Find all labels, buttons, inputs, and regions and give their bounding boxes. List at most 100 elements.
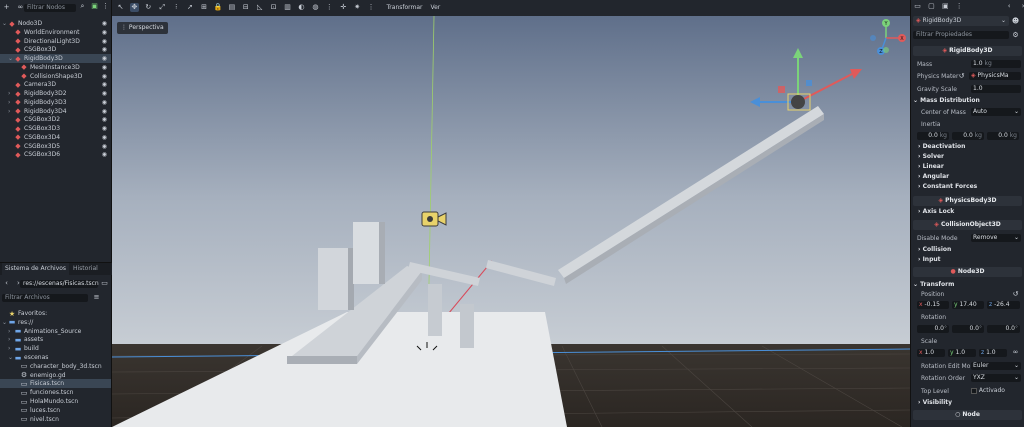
search-icon[interactable]: ⌕ — [78, 2, 87, 11]
perspective-menu-button[interactable]: ⋮ Perspectiva — [117, 22, 168, 34]
tab-filesystem[interactable]: Sistema de Archivos — [2, 263, 70, 275]
inspector-section[interactable]: › Angular — [911, 172, 1024, 181]
file-tree-item[interactable]: ▭ character_body_3d.tscn — [0, 362, 111, 371]
disable-mode-select[interactable]: Remove ⌄ — [971, 234, 1021, 242]
visibility-eye-icon[interactable]: ◉ — [102, 80, 107, 89]
inspector-section[interactable]: › Linear — [911, 162, 1024, 171]
visibility-eye-icon[interactable]: ◉ — [102, 107, 107, 116]
group-icon[interactable]: ▤ — [227, 3, 236, 12]
lock-icon[interactable]: 🔒 — [213, 3, 223, 12]
inertia-x-field[interactable]: 0.0 kg — [917, 132, 949, 140]
property-filter-input[interactable]: Filtrar Propiedades — [913, 31, 1009, 39]
inspector-section[interactable]: › Constant Forces — [911, 182, 1024, 191]
scene-tree-item[interactable]: ◆ MeshInstance3D ◉ — [0, 63, 111, 72]
local-space-icon[interactable]: ⊡ — [269, 3, 278, 12]
file-tree-item[interactable]: ▭ luces.tscn — [0, 406, 111, 415]
physics-material-field[interactable]: ◈ PhysicsMa — [969, 72, 1021, 80]
scene-tree-item[interactable]: ◆ CSGBox3D6 ◉ — [0, 150, 111, 159]
visibility-eye-icon[interactable]: ◉ — [102, 115, 107, 124]
visibility-section[interactable]: › Visibility — [911, 398, 1024, 407]
position-z-field[interactable]: z -26.4 — [987, 301, 1020, 309]
move-icon[interactable]: ✥ — [129, 3, 139, 12]
file-tree-item[interactable]: ⌄ ▬ res:// — [0, 318, 111, 327]
visibility-eye-icon[interactable]: ◉ — [102, 98, 107, 107]
collisionobject-class-header[interactable]: ◈ CollisionObject3D — [913, 220, 1022, 230]
position-x-field[interactable]: x -0.15 — [917, 301, 949, 309]
visibility-eye-icon[interactable]: ◉ — [102, 45, 107, 54]
environment-icon[interactable]: ◍ — [311, 3, 320, 12]
user-icon[interactable]: ☻ — [1011, 17, 1020, 26]
snap-icon[interactable]: ▥ — [283, 3, 292, 12]
scene-tree-item[interactable]: ◆ CSGBox3D2 ◉ — [0, 115, 111, 124]
script-icon[interactable]: ▣ — [90, 2, 99, 11]
pivot-icon[interactable]: ⊞ — [200, 3, 209, 12]
scene-tree-item[interactable]: ◆ DirectionalLight3D ◉ — [0, 37, 111, 46]
view-menu[interactable]: Ver — [430, 4, 440, 11]
sun-icon[interactable]: ◐ — [297, 3, 306, 12]
input-section[interactable]: › Input — [911, 255, 1024, 264]
scene-tree-item[interactable]: ◆ CSGBox3D3 ◉ — [0, 124, 111, 133]
scene-tree-item[interactable]: ◆ CSGBox3D5 ◉ — [0, 142, 111, 151]
center-of-mass-select[interactable]: Auto ⌄ — [971, 108, 1021, 116]
rigidbody-class-header[interactable]: ◈ RigidBody3D — [913, 46, 1022, 56]
scene-tree-item[interactable]: ◆ WorldEnvironment ◉ — [0, 28, 111, 37]
save-icon[interactable]: ▣ — [941, 2, 950, 11]
file-tree-item[interactable]: ▭ funciones.tscn — [0, 388, 111, 397]
visibility-eye-icon[interactable]: ◉ — [102, 133, 107, 142]
reset-icon[interactable]: ↺ — [1011, 290, 1020, 299]
file-tree-item[interactable]: ▭ HolaMundo.tscn — [0, 397, 111, 406]
menu-dots-icon[interactable]: ⋮ — [101, 2, 110, 11]
more-icon[interactable]: ⋮ — [367, 3, 376, 12]
file-tree-item[interactable]: ▭ Fisicas.tscn — [0, 379, 111, 389]
scene-tree-item[interactable]: ⌄ ◆ Nodo3D ◉ — [0, 19, 111, 28]
scene-tree-item[interactable]: ⌄ ◆ RigidBody3D ◉ — [0, 54, 111, 63]
scale-y-field[interactable]: y 1.0 — [948, 349, 976, 357]
file-tree-item[interactable]: › ▬ build — [0, 344, 111, 353]
file-tree-item[interactable]: ★ Favoritos: — [0, 309, 111, 318]
file-tree-item[interactable]: ⌄ ▬ escenas — [0, 353, 111, 362]
visibility-eye-icon[interactable]: ◉ — [102, 63, 107, 72]
visibility-eye-icon[interactable]: ◉ — [102, 54, 107, 63]
link-icon[interactable]: ∞ — [1011, 348, 1020, 357]
node3d-class-header[interactable]: ● Node3D — [913, 267, 1022, 277]
inertia-y-field[interactable]: 0.0 kg — [952, 132, 984, 140]
scene-tree-item[interactable]: › ◆ RigidBody3D3 ◉ — [0, 98, 111, 107]
3d-scene-view[interactable]: Y X Z — [112, 16, 910, 427]
scale-icon[interactable]: ⤢ — [158, 3, 167, 12]
scale-z-field[interactable]: z 1.0 — [979, 349, 1007, 357]
visibility-eye-icon[interactable]: ◉ — [102, 142, 107, 151]
pointer-icon[interactable]: ➚ — [186, 3, 195, 12]
node-class-header[interactable]: ○ Node — [913, 410, 1022, 420]
scene-tree-item[interactable]: › ◆ RigidBody3D2 ◉ — [0, 89, 111, 98]
scale-x-field[interactable]: x 1.0 — [917, 349, 945, 357]
rotation-z-field[interactable]: 0.0° — [987, 325, 1020, 333]
file-tree-item[interactable]: ▭ nivel.tscn — [0, 415, 111, 424]
preview-icon[interactable]: ✛ — [339, 3, 348, 12]
visibility-eye-icon[interactable]: ◉ — [102, 72, 107, 81]
sort-icon[interactable]: ≡ — [92, 293, 101, 302]
reset-icon[interactable]: ↺ — [957, 72, 966, 81]
axis-lock-section[interactable]: › Axis Lock — [911, 207, 1024, 216]
mass-distribution-section[interactable]: ⌄ Mass Distribution — [911, 96, 1024, 105]
file-tree-item[interactable]: › ▬ assets — [0, 335, 111, 344]
visibility-eye-icon[interactable]: ◉ — [102, 19, 107, 28]
node-selector[interactable]: ◈ RigidBody3D ⌄ — [913, 16, 1009, 26]
file-tree-item[interactable]: › ▬ Animations_Source — [0, 327, 111, 336]
physicsbody-class-header[interactable]: ◈ PhysicsBody3D — [913, 196, 1022, 206]
open-icon[interactable]: ▢ — [927, 2, 936, 11]
gravity-field[interactable]: 1.0 — [971, 85, 1021, 93]
visibility-eye-icon[interactable]: ◉ — [102, 89, 107, 98]
ruler-icon[interactable]: ◺ — [255, 3, 264, 12]
scene-tree-item[interactable]: ◆ CSGBox3D4 ◉ — [0, 133, 111, 142]
rotation-edit-select[interactable]: Euler ⌄ — [971, 362, 1021, 370]
inertia-z-field[interactable]: 0.0 kg — [987, 132, 1019, 140]
new-resource-icon[interactable]: ▭ — [913, 2, 922, 11]
inspector-section[interactable]: › Solver — [911, 152, 1024, 161]
layout-icon[interactable]: ▭ — [100, 279, 109, 288]
mass-field[interactable]: 1.0 kg — [971, 60, 1021, 68]
add-node-icon[interactable]: + — [2, 3, 11, 12]
visibility-eye-icon[interactable]: ◉ — [102, 37, 107, 46]
rotation-y-field[interactable]: 0.0° — [952, 325, 984, 333]
path-field[interactable]: res://escenas/Fisicas.tscn — [20, 280, 99, 288]
inspector-section[interactable]: › Deactivation — [911, 142, 1024, 151]
